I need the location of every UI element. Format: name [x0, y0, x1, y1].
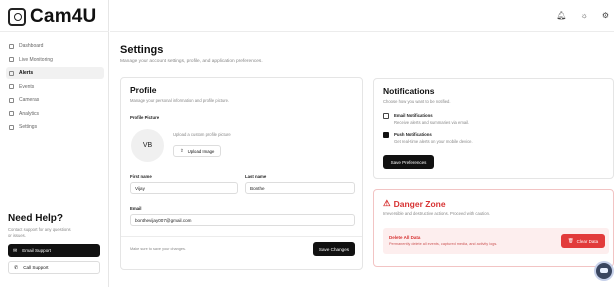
last-name-label: Last name: [245, 174, 267, 179]
save-hint: Make sure to save your changes.: [130, 247, 186, 251]
sidebar-item-cameras[interactable]: Cameras: [6, 94, 104, 106]
top-bar: 🔔︎ ☼ ⚙: [110, 0, 614, 32]
gear-icon[interactable]: ⚙: [602, 11, 609, 20]
grid-icon: [9, 43, 14, 49]
app-name: Cam4U: [30, 6, 97, 27]
email-field[interactable]: bonthevijay007@gmail.com: [130, 214, 355, 226]
first-name-field[interactable]: Vijay: [130, 182, 238, 194]
help-panel: Need Help? Contact support for any quest…: [8, 213, 100, 275]
danger-zone-card: ⚠ Danger Zone Irreversible and destructi…: [373, 189, 614, 267]
page-title: Settings: [120, 44, 164, 56]
call-support-button[interactable]: ✆ Call Support: [8, 261, 100, 275]
sidebar-item-dashboard[interactable]: Dashboard: [6, 40, 104, 52]
clear-data-label: Clear Data: [576, 238, 599, 244]
notifications-subtitle: Choose how you want to be notified.: [383, 99, 451, 104]
push-notifications-label: Push Notifications: [394, 132, 432, 137]
save-preferences-button[interactable]: Save Preferences: [383, 155, 434, 169]
mail-icon: ✉: [13, 247, 18, 254]
sidebar-item-label: Dashboard: [19, 43, 44, 49]
sidebar-item-settings[interactable]: Settings: [6, 121, 104, 133]
help-title: Need Help?: [8, 213, 64, 224]
upload-icon: ⇪: [180, 148, 184, 153]
email-support-button[interactable]: ✉ Email Support: [8, 244, 100, 258]
bar-chart-icon: [9, 111, 14, 116]
divider: [0, 31, 109, 32]
list-icon: [9, 84, 14, 89]
warning-icon: ⚠: [383, 198, 391, 208]
email-support-label: Email Support: [22, 248, 52, 254]
gear-icon: [9, 124, 14, 130]
upload-image-label: Upload Image: [187, 148, 215, 154]
bell-icon: [9, 70, 14, 76]
sidebar-item-label: Analytics: [19, 110, 40, 117]
phone-icon: ✆: [14, 264, 19, 271]
camera-logo-icon: [8, 8, 26, 26]
sidebar-item-label: Settings: [19, 124, 38, 130]
sidebar-item-label: Events: [19, 83, 35, 90]
sidebar-item-analytics[interactable]: Analytics: [6, 108, 104, 120]
email-label: Email: [130, 206, 142, 211]
upload-image-button[interactable]: ⇪ Upload Image: [173, 145, 221, 157]
help-description: Contact support for any questions or iss…: [8, 227, 71, 238]
sidebar-item-live-monitoring[interactable]: Live Monitoring: [6, 54, 104, 66]
avatar-initials: VB: [142, 142, 153, 149]
bell-icon[interactable]: 🔔︎: [556, 11, 566, 20]
delete-data-title: Delete All Data: [389, 235, 421, 240]
first-name-label: First name: [130, 174, 152, 179]
call-support-label: Call Support: [23, 265, 49, 271]
profile-picture-label: Profile Picture: [130, 115, 160, 120]
video-icon: [9, 57, 14, 62]
sidebar-item-alerts[interactable]: Alerts: [6, 67, 104, 79]
trash-icon: 🗑︎: [567, 238, 574, 243]
save-changes-button[interactable]: Save Changes: [313, 242, 355, 256]
sidebar-nav: Dashboard Live Monitoring Alerts Events …: [6, 40, 104, 135]
danger-zone-title: ⚠ Danger Zone: [383, 198, 446, 209]
sidebar-item-label: Live Monitoring: [19, 56, 53, 63]
push-notifications-checkbox[interactable]: [383, 132, 389, 138]
email-notifications-desc: Receive alerts and summaries via email.: [394, 120, 470, 125]
divider: [121, 236, 362, 237]
notifications-title: Notifications: [383, 86, 435, 96]
page-subtitle: Manage your account settings, profile, a…: [120, 59, 263, 64]
avatar: VB: [131, 129, 164, 162]
clear-data-button[interactable]: 🗑︎ Clear Data: [561, 234, 605, 248]
profile-card: Profile Manage your personal information…: [120, 77, 363, 270]
top-bar-actions: 🔔︎ ☼ ⚙: [556, 11, 609, 20]
email-notifications-label: Email Notifications: [394, 113, 433, 118]
sidebar: Cam4U Dashboard Live Monitoring Alerts E…: [0, 0, 109, 287]
push-notifications-desc: Get real-time alerts on your mobile devi…: [394, 139, 473, 144]
danger-zone-subtitle: Irreversible and destructive actions. Pr…: [383, 211, 491, 216]
danger-zone-title-text: Danger Zone: [393, 198, 446, 209]
sidebar-item-label: Cameras: [19, 97, 40, 103]
delete-data-row: Delete All Data Permanently delete all e…: [383, 228, 609, 254]
sidebar-item-events[interactable]: Events: [6, 81, 104, 93]
sun-icon[interactable]: ☼: [580, 11, 587, 20]
upload-hint: Upload a custom profile picture: [173, 132, 231, 137]
chatbot-icon[interactable]: [596, 263, 612, 279]
profile-title: Profile: [130, 85, 157, 95]
camera-icon: [9, 97, 14, 103]
app-logo[interactable]: Cam4U: [8, 6, 96, 28]
profile-subtitle: Manage your personal information and pro…: [130, 98, 230, 103]
email-notifications-checkbox[interactable]: [383, 113, 389, 119]
notifications-card: Notifications Choose how you want to be …: [373, 78, 614, 179]
sidebar-item-label: Alerts: [19, 70, 34, 76]
last-name-field[interactable]: Bonthe: [245, 182, 355, 194]
delete-data-desc: Permanently delete all events, captured …: [389, 242, 498, 246]
